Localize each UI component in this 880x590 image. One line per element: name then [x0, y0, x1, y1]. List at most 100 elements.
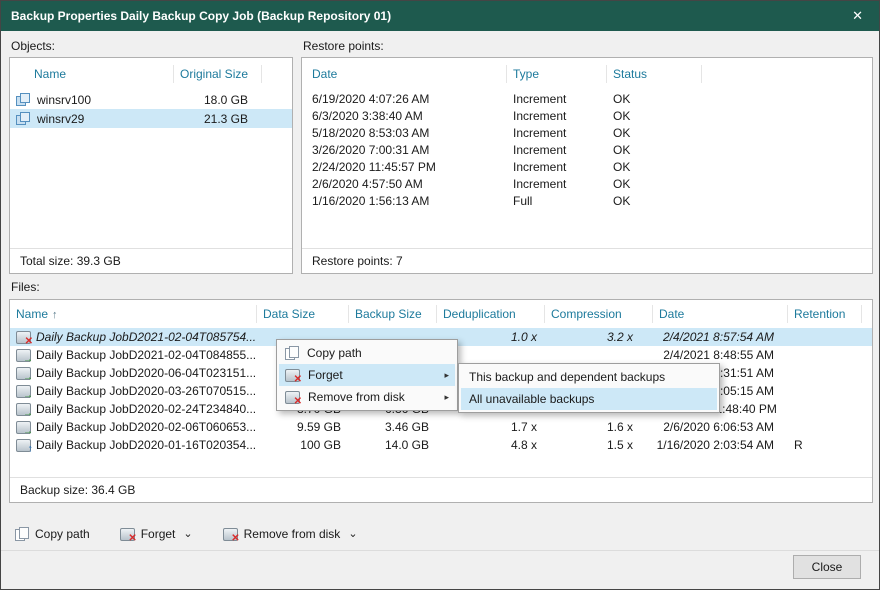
files-col-backup-size[interactable]: Backup Size: [349, 305, 437, 323]
restore-points-label: Restore points:: [303, 39, 384, 53]
vm-icon: [16, 93, 31, 106]
restore-status: OK: [607, 194, 702, 208]
backup-increment-file-icon: [16, 403, 31, 416]
remove-from-disk-icon: [285, 391, 300, 404]
restore-date: 2/24/2020 11:45:57 PM: [302, 160, 507, 174]
menu-item-copy-path[interactable]: Copy path: [279, 342, 455, 364]
file-name: Daily Backup JobD2020-06-04T023151...: [36, 366, 256, 380]
file-data-size: 100 GB: [257, 438, 349, 452]
title-bar: Backup Properties Daily Backup Copy Job …: [1, 1, 879, 31]
objects-label: Objects:: [11, 39, 55, 53]
remove-from-disk-button[interactable]: Remove from disk ⌄: [219, 525, 362, 543]
restore-status: OK: [607, 177, 702, 191]
backup-increment-file-icon: [16, 421, 31, 434]
files-col-retention[interactable]: Retention: [788, 305, 862, 323]
close-button[interactable]: Close: [793, 555, 861, 579]
restore-point-row[interactable]: 3/26/2020 7:00:31 AM Increment OK: [302, 141, 872, 158]
object-name: winsrv100: [37, 93, 91, 107]
submenu-item-this-backup[interactable]: This backup and dependent backups: [461, 366, 717, 388]
submenu-arrow-icon: ▸: [444, 392, 449, 403]
file-name: Daily Backup JobD2020-01-16T020354...: [36, 438, 256, 452]
object-original-size: 18.0 GB: [174, 93, 262, 107]
restore-status: OK: [607, 160, 702, 174]
restore-type: Increment: [507, 143, 607, 157]
column-label: Date: [312, 67, 337, 81]
column-label: Retention: [794, 307, 845, 321]
restore-col-status[interactable]: Status: [607, 65, 702, 83]
backup-full-file-icon: [16, 439, 31, 452]
menu-item-label: Copy path: [307, 346, 362, 360]
file-row[interactable]: Daily Backup JobD2020-02-06T060653... 9.…: [10, 418, 872, 436]
file-date: 2/4/2021 8:57:54 AM: [653, 330, 788, 344]
objects-footer: Total size: 39.3 GB: [10, 248, 292, 273]
total-size-text: Total size: 39.3 GB: [20, 254, 121, 268]
footer-divider: [1, 550, 879, 551]
restore-date: 1/16/2020 1:56:13 AM: [302, 194, 507, 208]
restore-status: OK: [607, 126, 702, 140]
column-label: Data Size: [263, 307, 315, 321]
files-col-data-size[interactable]: Data Size: [257, 305, 349, 323]
object-row-selected[interactable]: winsrv29 21.3 GB: [10, 109, 292, 128]
file-name: Daily Backup JobD2020-02-24T234840...: [36, 402, 256, 416]
restore-point-row[interactable]: 5/18/2020 8:53:03 AM Increment OK: [302, 124, 872, 141]
restore-point-row[interactable]: 2/24/2020 11:45:57 PM Increment OK: [302, 158, 872, 175]
objects-col-original-size[interactable]: Original Size: [174, 65, 262, 83]
restore-type: Increment: [507, 92, 607, 106]
menu-item-label: All unavailable backups: [469, 392, 594, 406]
object-row[interactable]: winsrv100 18.0 GB: [10, 90, 292, 109]
files-header: Name↑ Data Size Backup Size Deduplicatio…: [10, 300, 872, 328]
backup-size-text: Backup size: 36.4 GB: [20, 483, 135, 497]
restore-status: OK: [607, 143, 702, 157]
restore-point-row[interactable]: 6/19/2020 4:07:26 AM Increment OK: [302, 90, 872, 107]
context-submenu: This backup and dependent backups All un…: [458, 363, 720, 413]
menu-item-forget[interactable]: Forget ▸: [279, 364, 455, 386]
button-label: Copy path: [35, 527, 90, 541]
restore-type: Increment: [507, 160, 607, 174]
column-label: Date: [659, 307, 684, 321]
menu-item-remove-from-disk[interactable]: Remove from disk ▸: [279, 386, 455, 408]
forget-icon: [120, 528, 135, 541]
menu-item-label: Remove from disk: [308, 390, 405, 404]
submenu-item-all-unavailable-backups[interactable]: All unavailable backups: [461, 388, 717, 410]
restore-point-row[interactable]: 6/3/2020 3:38:40 AM Increment OK: [302, 107, 872, 124]
restore-date: 3/26/2020 7:00:31 AM: [302, 143, 507, 157]
files-footer: Backup size: 36.4 GB: [10, 477, 872, 502]
file-name: Daily Backup JobD2021-02-04T084855...: [36, 348, 256, 362]
restore-point-row[interactable]: 2/6/2020 4:57:50 AM Increment OK: [302, 175, 872, 192]
backup-increment-file-icon: [16, 385, 31, 398]
restore-date: 2/6/2020 4:57:50 AM: [302, 177, 507, 191]
restore-col-type[interactable]: Type: [507, 65, 607, 83]
copy-icon: [15, 527, 29, 541]
chevron-down-icon: ⌄: [348, 529, 357, 539]
restore-type: Increment: [507, 177, 607, 191]
close-icon[interactable]: ✕: [846, 6, 869, 26]
files-col-deduplication[interactable]: Deduplication: [437, 305, 545, 323]
files-col-compression[interactable]: Compression: [545, 305, 653, 323]
files-col-name[interactable]: Name↑: [10, 305, 257, 323]
file-deduplication: 4.8 x: [437, 438, 545, 452]
sort-ascending-icon: ↑: [52, 309, 58, 321]
object-name: winsrv29: [37, 112, 84, 126]
objects-col-name[interactable]: Name: [10, 65, 174, 83]
forget-button[interactable]: Forget ⌄: [116, 525, 197, 543]
column-label: Original Size: [180, 67, 248, 81]
restore-points-count: Restore points: 7: [312, 254, 403, 268]
copy-path-button[interactable]: Copy path: [11, 525, 94, 543]
column-label: Status: [613, 67, 647, 81]
backup-file-unavailable-icon: [16, 331, 31, 344]
column-label: Type: [513, 67, 539, 81]
restore-date: 6/19/2020 4:07:26 AM: [302, 92, 507, 106]
restore-col-date[interactable]: Date: [302, 65, 507, 83]
file-compression: 1.5 x: [545, 438, 653, 452]
file-date: 2/4/2021 8:48:55 AM: [653, 348, 788, 362]
menu-item-label: This backup and dependent backups: [469, 370, 665, 384]
file-data-size: 9.59 GB: [257, 420, 349, 434]
file-name: Daily Backup JobD2021-02-04T085754...: [36, 330, 256, 344]
files-col-date[interactable]: Date: [653, 305, 788, 323]
file-row[interactable]: Daily Backup JobD2020-01-16T020354... 10…: [10, 436, 872, 454]
column-label: Compression: [551, 307, 622, 321]
file-name: Daily Backup JobD2020-03-26T070515...: [36, 384, 256, 398]
copy-icon: [285, 346, 299, 360]
restore-point-row[interactable]: 1/16/2020 1:56:13 AM Full OK: [302, 192, 872, 209]
file-date: 1/16/2020 2:03:54 AM: [653, 438, 788, 452]
